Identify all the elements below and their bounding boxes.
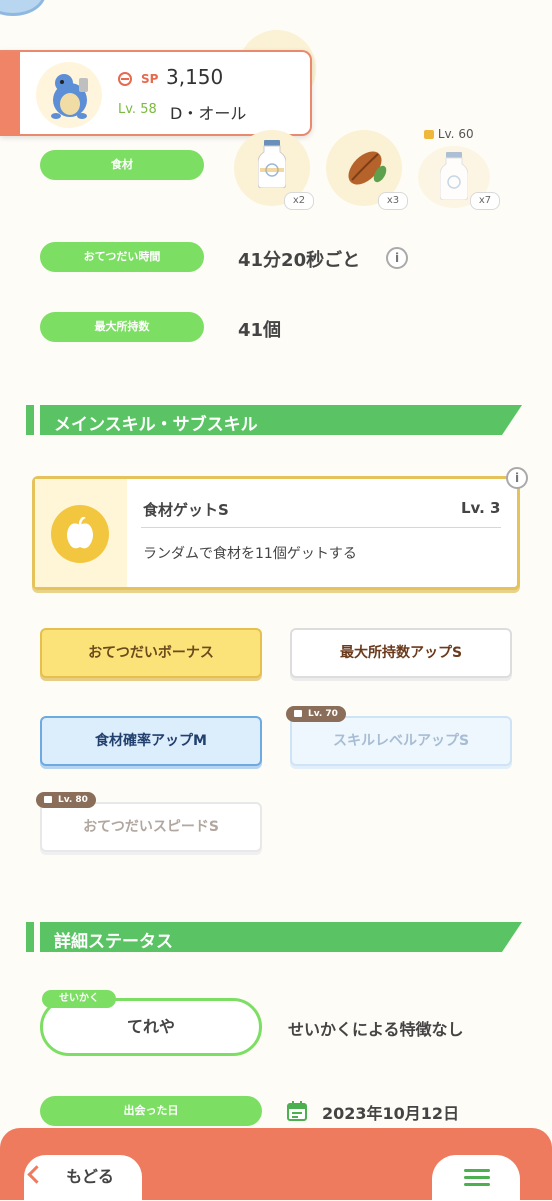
level-label: Lv. 58 — [118, 102, 157, 117]
met-date-value: 2023年10月12日 — [322, 1104, 460, 1123]
apple-icon — [67, 517, 93, 549]
sub-skill-4-lock-level: Lv. 70 — [308, 709, 338, 719]
ingredient-count-3: x7 — [470, 192, 500, 210]
ingredients-label: 食材 — [40, 150, 204, 180]
details-section-header: 詳細ステータス — [26, 922, 522, 952]
milk-bottle-icon — [440, 152, 468, 200]
decorative-shape — [0, 0, 46, 16]
main-skill-card[interactable]: 食材ゲットS Lv. 3 ランダムで食材を11個ゲットする — [32, 476, 520, 590]
main-skill-divider — [141, 527, 501, 528]
main-skill-info-icon[interactable]: i — [506, 467, 528, 489]
sub-skill-2-button[interactable]: 最大所持数アップS — [290, 628, 512, 678]
blastoise-icon — [51, 74, 88, 119]
sub-skill-5-lock-tag: Lv. 80 — [36, 792, 96, 808]
sub-skill-3-button[interactable]: 食材確率アップM — [40, 716, 262, 766]
lock-icon — [294, 710, 302, 717]
cacao-bean-icon — [348, 151, 387, 185]
milk-bottle-icon — [258, 140, 286, 188]
lock-icon — [44, 796, 52, 803]
menu-button[interactable] — [432, 1155, 520, 1201]
main-skill-icon-panel — [35, 479, 127, 587]
main-skill-name: 食材ゲットS — [143, 501, 229, 519]
details-section-title: 詳細ステータス — [54, 932, 173, 952]
ingredient-count-2: x3 — [378, 192, 408, 210]
max-carry-value: 41個 — [238, 320, 282, 341]
help-time-label: おてつだい時間 — [40, 242, 204, 272]
pokemon-header-card: SP 3,150 Lv. 58 D・オール — [0, 50, 312, 136]
sp-label: SP — [141, 72, 159, 86]
menu-icon — [464, 1169, 490, 1172]
sub-skill-5-button[interactable]: おてつだいスピードS — [40, 802, 262, 852]
sub-skill-5-lock-level: Lv. 80 — [58, 795, 88, 805]
main-skill-icon-circle — [51, 505, 109, 563]
help-time-info-icon[interactable]: i — [386, 247, 408, 269]
sp-value: 3,150 — [166, 65, 224, 89]
sub-skill-4-lock-tag: Lv. 70 — [286, 706, 346, 722]
ingredient-count-1: x2 — [284, 192, 314, 210]
sp-icon — [118, 72, 132, 86]
main-skill-level: Lv. 3 — [461, 499, 501, 517]
skills-section-title: メインスキル・サブスキル — [54, 415, 258, 435]
nature-tag: せいかく — [42, 990, 116, 1008]
sub-skill-4-button[interactable]: スキルレベルアップS — [290, 716, 512, 766]
main-skill-description: ランダムで食材を11個ゲットする — [143, 546, 357, 562]
header-accent-strip — [0, 52, 20, 136]
ingredient-lock-level: Lv. 60 — [437, 127, 474, 141]
max-carry-label: 最大所持数 — [40, 312, 204, 342]
avatar — [36, 62, 102, 128]
met-date-label: 出会った日 — [40, 1096, 262, 1126]
calendar-icon — [287, 1101, 307, 1121]
sub-skill-1-button[interactable]: おてつだいボーナス — [40, 628, 262, 678]
lock-icon — [424, 130, 434, 139]
help-time-value: 41分20秒ごと — [238, 250, 361, 271]
pokemon-name: D・オール — [170, 104, 247, 123]
skills-section-header: メインスキル・サブスキル — [26, 405, 522, 435]
nature-effect: せいかくによる特徴なし — [288, 1020, 464, 1039]
ingredient-lock-badge: Lv. 60 — [424, 127, 474, 141]
